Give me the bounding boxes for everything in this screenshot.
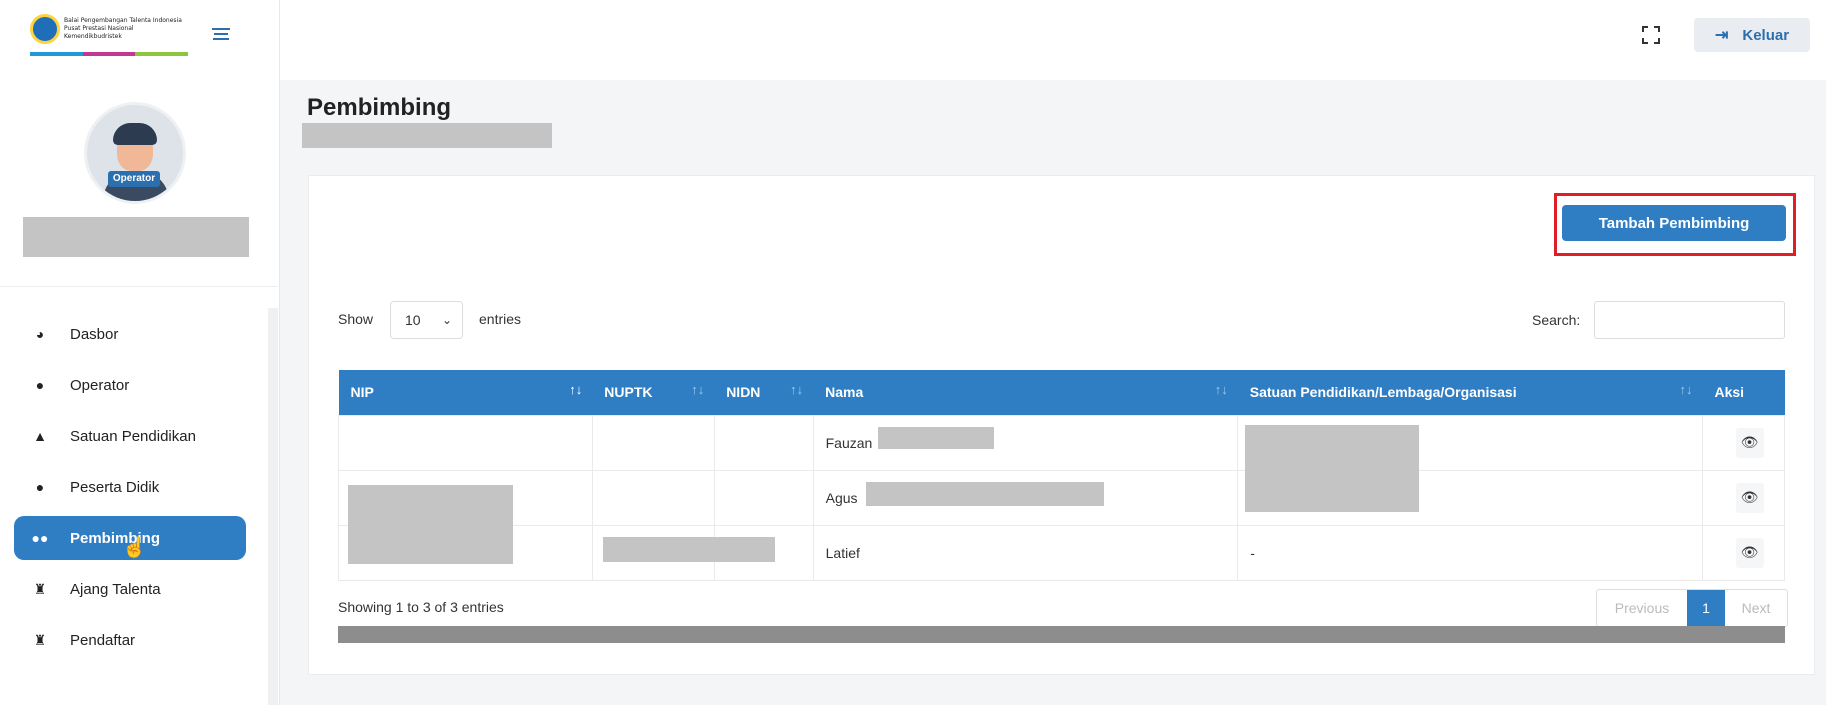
view-detail-button[interactable]: 👁: [1735, 482, 1764, 513]
column-header-nuptk[interactable]: NUPTK ↑↓: [592, 370, 715, 415]
table-row: Fauzan 👁: [338, 414, 1785, 471]
sidebar-item-label: Operator: [70, 376, 130, 394]
cell-nuptk: [591, 469, 715, 526]
cell-satuan: -: [1237, 524, 1703, 581]
logout-icon: ⇥: [1714, 27, 1729, 44]
view-detail-button[interactable]: 👁: [1735, 537, 1764, 568]
eye-icon: 👁: [1740, 434, 1759, 450]
user-icon: ●: [35, 377, 45, 393]
pagination-next[interactable]: Next: [1725, 590, 1787, 626]
eye-icon: 👁: [1740, 489, 1759, 505]
table-horizontal-scrollbar[interactable]: [338, 626, 1785, 643]
entries-length-select[interactable]: 10 ⌄: [390, 301, 463, 339]
column-header-aksi: Aksi: [1702, 370, 1785, 415]
column-header-nip[interactable]: NIP ↑↓: [338, 370, 593, 415]
redacted-name: [877, 426, 994, 449]
search-label: Search:: [1532, 312, 1581, 328]
pagination-previous[interactable]: Previous: [1597, 590, 1687, 626]
mouse-pointer-hand-icon: ☝: [122, 537, 147, 559]
sort-icon: ↑↓: [691, 382, 705, 397]
cell-aksi: 👁: [1702, 469, 1785, 526]
cell-nama: Agus: [812, 469, 1239, 526]
sidebar-item-label: Satuan Pendidikan: [70, 427, 196, 445]
table-row: Agus 👁: [338, 469, 1785, 526]
cell-nip: [338, 414, 593, 471]
dashboard-icon: ◕: [35, 326, 45, 342]
logout-button[interactable]: ⇥ Keluar: [1694, 18, 1810, 52]
sidebar-item-label: Peserta Didik: [70, 478, 160, 496]
chevron-down-icon: ⌄: [441, 313, 452, 327]
topbar: [280, 0, 1826, 80]
sidebar-divider: [0, 286, 278, 287]
cell-nama: Fauzan: [812, 414, 1239, 471]
search-input[interactable]: [1594, 301, 1785, 339]
users-icon: ●●: [31, 530, 49, 546]
cell-nama: Latief: [812, 524, 1239, 581]
sidebar-item-pendaftar[interactable]: ♜ Pendaftar: [14, 618, 246, 662]
brand-logo[interactable]: Balai Pengembangan Talenta Indonesia Pus…: [30, 14, 189, 58]
fullscreen-icon[interactable]: [1642, 26, 1660, 44]
sort-icon: ↑↓: [1214, 382, 1228, 397]
entries-length-value: 10: [405, 312, 421, 328]
sidebar-item-operator[interactable]: ● Operator: [14, 363, 246, 407]
table-row: Latief - 👁: [338, 524, 1785, 581]
page-title: Pembimbing: [307, 94, 452, 121]
sidebar-item-ajang-talenta[interactable]: ♜ Ajang Talenta: [14, 567, 246, 611]
add-pembimbing-button[interactable]: Tambah Pembimbing: [1562, 205, 1786, 241]
user-icon: ●: [35, 479, 45, 495]
table-header-row: NIP ↑↓ NUPTK ↑↓ NIDN ↑↓ Nama ↑↓ Satuan Pendi…: [338, 370, 1785, 415]
sidebar-nav: ◕ Dasbor ● Operator ▲ Satuan Pendidikan …: [14, 312, 246, 669]
redacted-satuan: [1245, 425, 1419, 512]
pagination: Previous 1 Next: [1596, 589, 1788, 627]
column-header-satuan[interactable]: Satuan Pendidikan/Lembaga/Organisasi ↑↓: [1237, 370, 1703, 415]
column-header-nama[interactable]: Nama ↑↓: [813, 370, 1238, 415]
sidebar-item-label: Dasbor: [70, 325, 119, 343]
column-header-nidn[interactable]: NIDN ↑↓: [714, 370, 814, 415]
cell-aksi: 👁: [1702, 414, 1785, 471]
sidebar-item-satuan-pendidikan[interactable]: ▲ Satuan Pendidikan: [14, 414, 246, 458]
trophy-icon: ♜: [33, 580, 47, 597]
cell-aksi: 👁: [1702, 524, 1785, 581]
cell-nidn: [713, 469, 814, 526]
entries-label: entries: [479, 311, 522, 327]
show-label: Show: [338, 311, 374, 327]
pagination-page-1[interactable]: 1: [1687, 590, 1725, 626]
logout-label: Keluar: [1742, 26, 1790, 44]
sidebar: Balai Pengembangan Talenta Indonesia Pus…: [0, 0, 280, 705]
sort-icon: ↑↓: [569, 382, 583, 397]
cell-nuptk: [591, 414, 715, 471]
brand-text: Balai Pengembangan Talenta Indonesia Pus…: [64, 17, 182, 40]
eye-icon: 👁: [1740, 544, 1759, 560]
pembimbing-table: NIP ↑↓ NUPTK ↑↓ NIDN ↑↓ Nama ↑↓ Satuan Pendi…: [338, 370, 1785, 581]
redacted-user-name: [23, 217, 249, 257]
table-info: Showing 1 to 3 of 3 entries: [338, 599, 504, 615]
sidebar-scrollbar[interactable]: [268, 308, 278, 705]
view-detail-button[interactable]: 👁: [1735, 427, 1764, 458]
redacted-name: [865, 481, 1104, 506]
cell-nidn: [713, 524, 814, 581]
cell-nuptk: [591, 524, 775, 581]
sort-icon: ↑↓: [790, 382, 804, 397]
avatar: [84, 102, 186, 204]
cell-nidn: [713, 414, 814, 471]
sort-icon: ↑↓: [1679, 382, 1693, 397]
brand-stripe: [30, 52, 189, 56]
sidebar-item-dasbor[interactable]: ◕ Dasbor: [14, 312, 246, 356]
sidebar-item-peserta-didik[interactable]: ● Peserta Didik: [14, 465, 246, 509]
trophy-icon: ♜: [33, 631, 47, 648]
sidebar-item-label: Pendaftar: [70, 631, 136, 649]
menu-toggle-icon[interactable]: [212, 28, 230, 42]
graduation-cap-icon: ▲: [33, 428, 47, 444]
redacted-nip: [348, 485, 513, 564]
role-badge: Operator: [108, 171, 160, 187]
kemendikbud-logo-icon: [30, 14, 60, 44]
redacted-breadcrumb: [302, 123, 552, 148]
sidebar-item-label: Ajang Talenta: [70, 580, 161, 598]
